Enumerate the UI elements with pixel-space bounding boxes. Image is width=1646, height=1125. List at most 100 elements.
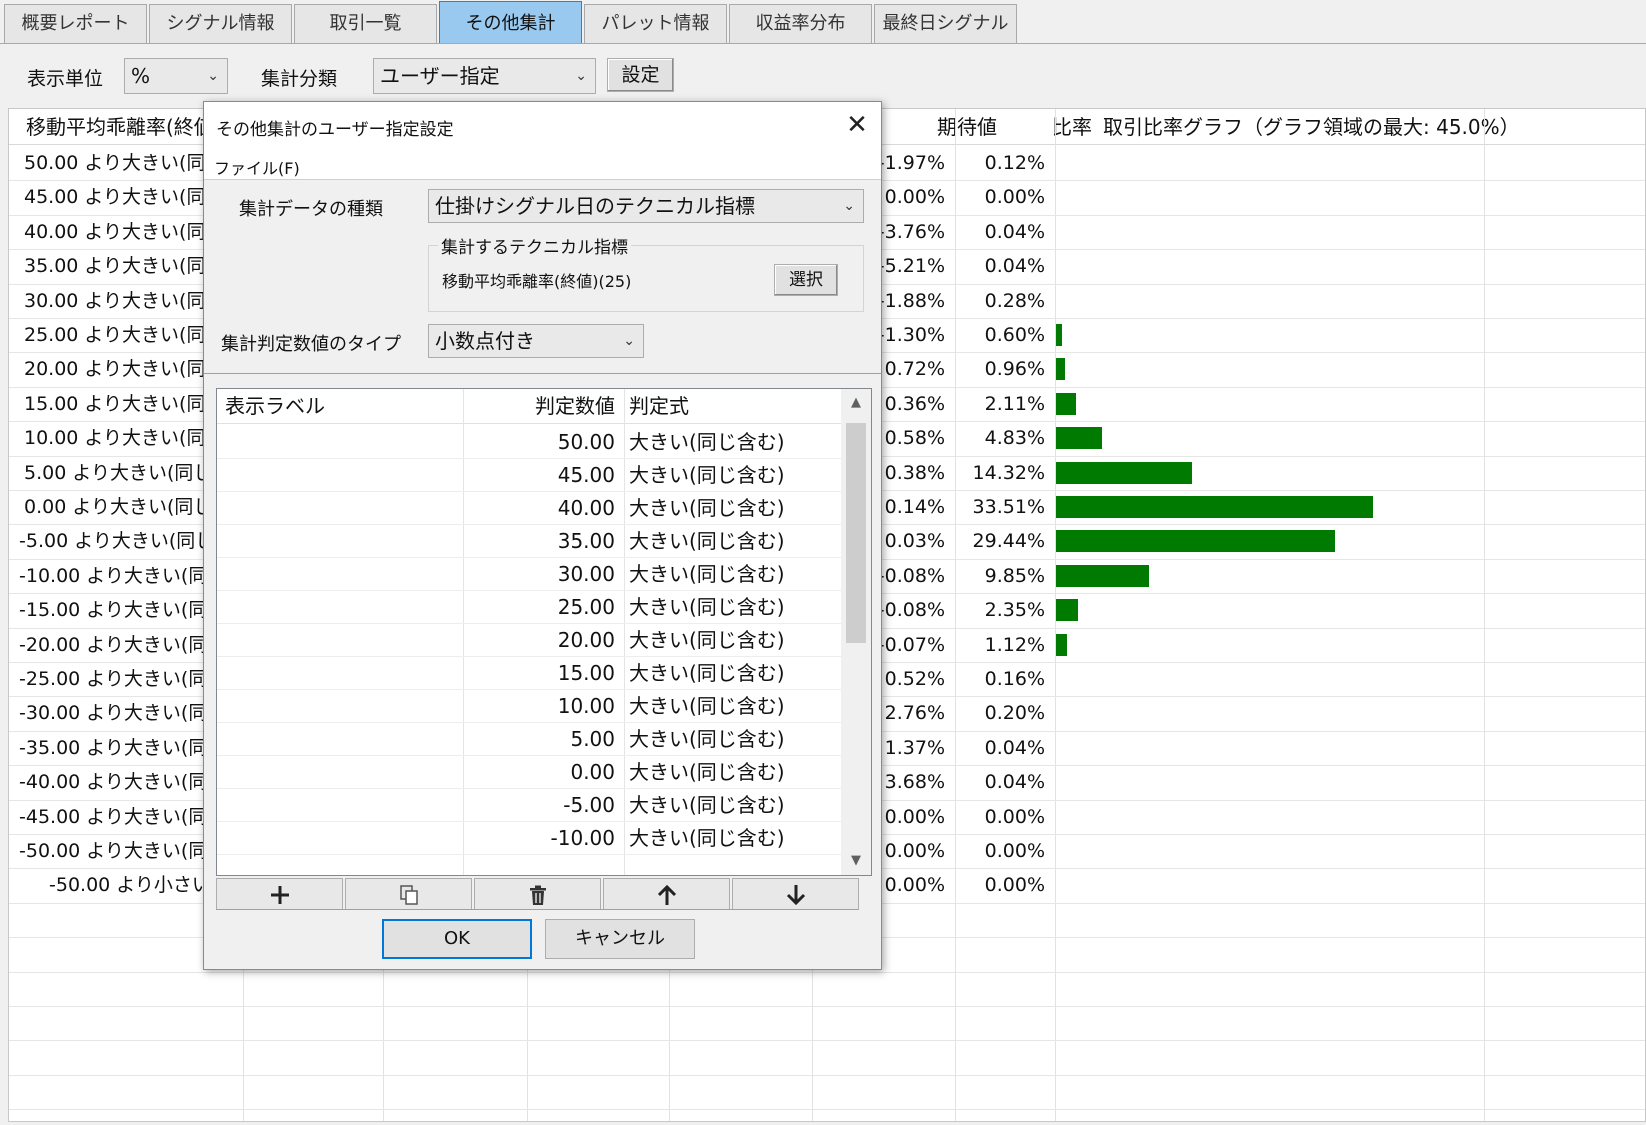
select-indicator-button[interactable]: 選択 — [774, 264, 838, 296]
indicator-group-label: 集計するテクニカル指標 — [438, 233, 631, 258]
row-ratio: 33.51% — [972, 496, 1045, 518]
list-item[interactable]: 5.00 大きい(同じ含む) — [217, 722, 841, 755]
chevron-down-icon: ⌄ — [575, 68, 587, 84]
ratio-bar — [1056, 599, 1078, 621]
list-item[interactable]: 20.00 大きい(同じ含む) — [217, 623, 841, 656]
row-ratio: 4.83% — [984, 427, 1045, 449]
row-label: 40.00 より大きい(同じ含む) — [24, 221, 224, 243]
list-item-value: 30.00 — [557, 562, 615, 586]
ratio-bar — [1056, 634, 1067, 656]
value-type-label: 集計判定数値のタイプ — [221, 334, 401, 355]
grid-row-line — [9, 972, 1645, 973]
indicator-value: 移動平均乖離率(終値)(25) — [442, 272, 632, 291]
row-label: 30.00 より大きい(同じ含む) — [24, 290, 224, 312]
add-row-button[interactable] — [216, 878, 343, 910]
plus-icon — [270, 886, 289, 904]
header-ratio[interactable]: 比率 — [994, 109, 1092, 145]
list-item-formula: 大きい(同じ含む) — [629, 562, 785, 586]
row-ratio: 0.04% — [984, 221, 1045, 243]
dialog-footer-separator — [216, 909, 858, 910]
list-item[interactable]: 15.00 大きい(同じ含む) — [217, 656, 841, 689]
list-item-formula: 大きい(同じ含む) — [629, 529, 785, 553]
header-label[interactable]: 移動平均乖離率(終値)(25) — [26, 109, 216, 145]
settings-button[interactable]: 設定 — [607, 58, 674, 92]
header-graph[interactable]: 取引比率グラフ（グラフ領域の最大: 45.0%） — [1103, 109, 1549, 145]
row-ratio: 2.11% — [984, 393, 1045, 415]
data-type-label: 集計データの種類 — [239, 199, 383, 220]
ratio-bar — [1056, 358, 1065, 380]
tab-2[interactable]: 取引一覧 — [294, 4, 437, 44]
tab-6[interactable]: 最終日シグナル — [874, 4, 1017, 44]
row-ratio: 9.85% — [984, 565, 1045, 587]
list-scrollbar[interactable]: ▲ ▼ — [841, 389, 871, 875]
cancel-button[interactable]: キャンセル — [545, 919, 695, 959]
list-item[interactable]: 35.00 大きい(同じ含む) — [217, 524, 841, 557]
list-item-value: 10.00 — [557, 694, 615, 718]
row-ratio: 0.04% — [984, 771, 1045, 793]
scroll-up-icon[interactable]: ▲ — [841, 389, 871, 417]
grid-row-line — [9, 1109, 1645, 1110]
list-item-formula: 大きい(同じ含む) — [629, 595, 785, 619]
value-type-select[interactable]: 小数点付き ⌄ — [428, 324, 644, 358]
dialog-separator — [204, 373, 881, 374]
arrow-up-icon — [657, 884, 676, 905]
list-item-value: 0.00 — [570, 760, 615, 784]
row-label: -10.00 より大きい(同じ含む) — [19, 565, 219, 587]
tab-5[interactable]: 収益率分布 — [729, 4, 872, 44]
list-item[interactable]: -5.00 大きい(同じ含む) — [217, 788, 841, 821]
list-item[interactable]: -10.00 大きい(同じ含む) — [217, 821, 841, 854]
unit-select[interactable]: % ⌄ — [124, 58, 228, 94]
row-label: -50.00 より大きい(同じ含む) — [19, 840, 219, 862]
row-ratio: 0.20% — [984, 702, 1045, 724]
chevron-down-icon: ⌄ — [623, 333, 635, 349]
list-item-value: 35.00 — [557, 529, 615, 553]
ratio-bar — [1056, 393, 1076, 415]
close-icon[interactable]: ✕ — [839, 108, 875, 144]
header-expected[interactable]: 期待値 — [879, 109, 997, 145]
category-select[interactable]: ユーザー指定 ⌄ — [373, 58, 596, 94]
list-header-value[interactable]: 判定数値 — [467, 389, 615, 424]
list-item-formula: 大きい(同じ含む) — [629, 760, 785, 784]
scroll-thumb[interactable] — [846, 423, 866, 643]
tab-divider — [0, 43, 1646, 44]
move-down-button[interactable] — [732, 878, 859, 910]
list-item-formula: 大きい(同じ含む) — [629, 661, 785, 685]
chevron-down-icon: ⌄ — [207, 68, 219, 84]
tab-3[interactable]: その他集計 — [439, 1, 582, 44]
row-ratio: 0.00% — [984, 186, 1045, 208]
list-item-formula: 大きい(同じ含む) — [629, 694, 785, 718]
tab-4[interactable]: パレット情報 — [584, 4, 727, 44]
data-type-select[interactable]: 仕掛けシグナル日のテクニカル指標 ⌄ — [428, 189, 864, 223]
row-label: -25.00 より大きい(同じ含む) — [19, 668, 219, 690]
ok-button[interactable]: OK — [382, 919, 532, 959]
list-item[interactable]: 30.00 大きい(同じ含む) — [217, 557, 841, 590]
ratio-bar — [1056, 324, 1062, 346]
list-item[interactable]: 40.00 大きい(同じ含む) — [217, 491, 841, 524]
tab-1[interactable]: シグナル情報 — [149, 4, 292, 44]
list-item[interactable]: 45.00 大きい(同じ含む) — [217, 458, 841, 491]
category-select-value: ユーザー指定 — [380, 64, 500, 88]
scroll-down-icon[interactable]: ▼ — [841, 847, 871, 875]
row-ratio: 0.00% — [984, 806, 1045, 828]
row-ratio: 0.04% — [984, 737, 1045, 759]
dialog-title-bar: その他集計のユーザー指定設定 ✕ — [204, 102, 881, 150]
row-label: -30.00 より大きい(同じ含む) — [19, 702, 219, 724]
list-item[interactable]: 25.00 大きい(同じ含む) — [217, 590, 841, 623]
list-header-formula[interactable]: 判定式 — [629, 389, 829, 424]
menu-file[interactable]: ファイル(F) — [214, 155, 300, 179]
copy-icon — [399, 885, 418, 905]
list-item[interactable]: 0.00 大きい(同じ含む) — [217, 755, 841, 788]
tab-0[interactable]: 概要レポート — [4, 4, 147, 44]
list-item[interactable]: 10.00 大きい(同じ含む) — [217, 689, 841, 722]
trash-icon — [529, 885, 546, 905]
move-up-button[interactable] — [603, 878, 730, 910]
delete-row-button[interactable] — [474, 878, 601, 910]
copy-row-button[interactable] — [345, 878, 472, 910]
list-header-label[interactable]: 表示ラベル — [225, 389, 455, 424]
threshold-list[interactable]: 表示ラベル 判定数値 判定式 ▲ ▼ 50.00 大きい(同じ含む) 45.00 大き… — [216, 388, 872, 876]
row-label: 5.00 より大きい(同じ含む) — [24, 462, 224, 484]
row-ratio: 0.12% — [984, 152, 1045, 174]
row-label: 35.00 より大きい(同じ含む) — [24, 255, 224, 277]
list-item[interactable]: 50.00 大きい(同じ含む) — [217, 425, 841, 458]
row-ratio: 0.04% — [984, 255, 1045, 277]
